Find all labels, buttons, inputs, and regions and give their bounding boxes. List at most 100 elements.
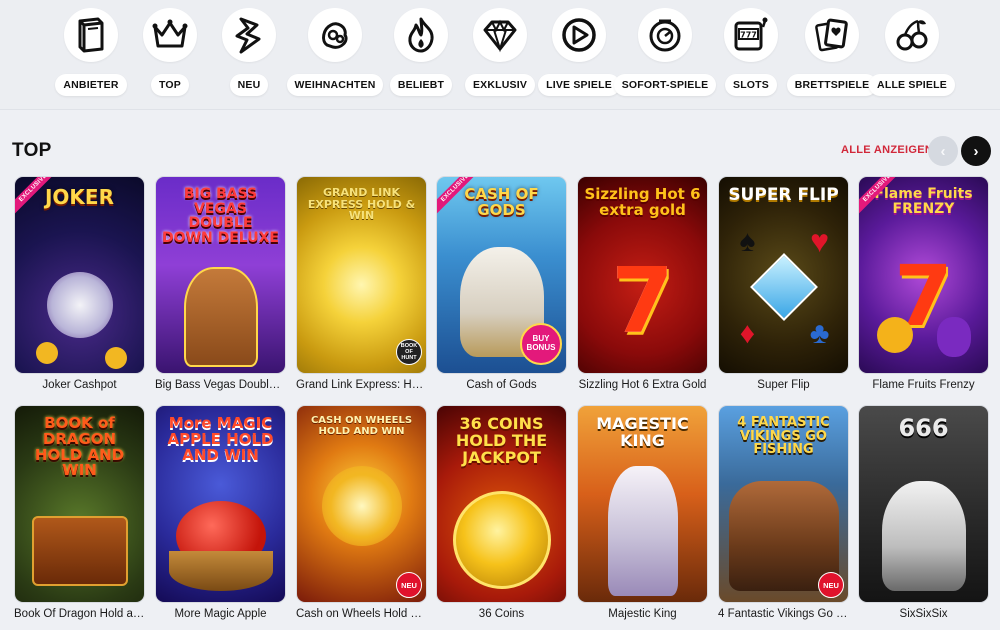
carousel-next-button[interactable]: › — [961, 136, 991, 166]
game-thumbnail: 36 COINS HOLD THE JACKPOT — [436, 405, 567, 603]
game-thumbnail: BOOK of DRAGON HOLD AND WIN — [14, 405, 145, 603]
game-thumbnail: More MAGIC APPLE HOLD AND WIN — [155, 405, 286, 603]
category-brettspiele[interactable]: BRETTSPIELE — [786, 8, 878, 100]
category-top[interactable]: TOP — [125, 8, 215, 100]
new-badge: NEU — [818, 572, 844, 598]
category-live-spiele[interactable]: LIVE SPIELE — [534, 8, 624, 100]
game-tile-joker-cashpot[interactable]: JOKER EXCLUSIVE Joker Cashpot — [14, 176, 145, 391]
game-name: SixSixSix — [899, 608, 948, 620]
big-coin-art — [452, 491, 551, 589]
game-tile-4-fantastic-vikings[interactable]: 4 FANTASTIC VIKINGS GO FISHING NEU 4 Fan… — [718, 405, 849, 620]
game-tile-flame-fruits-frenzy[interactable]: Flame Fruits FRENZY 7 EXCLUSIVE Flame Fr… — [858, 176, 989, 391]
game-art-title: CASH OF GODS — [464, 185, 539, 219]
game-thumbnail: 4 FANTASTIC VIKINGS GO FISHING NEU — [718, 405, 849, 603]
coin-art — [36, 342, 59, 364]
game-tile-book-of-dragon[interactable]: BOOK of DRAGON HOLD AND WIN Book Of Drag… — [14, 405, 145, 620]
category-label: BELIEBT — [389, 74, 453, 96]
game-name: Majestic King — [608, 608, 677, 620]
game-thumbnail: BIG BASS VEGAS DOUBLE DOWN DELUXE — [155, 176, 286, 374]
game-tile-cash-on-wheels[interactable]: CASH ON WHEELS HOLD AND WIN NEU Cash on … — [296, 405, 427, 620]
game-tile-big-bass-vegas[interactable]: BIG BASS VEGAS DOUBLE DOWN DELUXE Big Ba… — [155, 176, 286, 391]
game-name: Cash on Wheels Hold & ... — [296, 608, 427, 620]
view-all-link[interactable]: ALLE ANZEIGEN — [841, 144, 933, 156]
carousel-prev-button[interactable]: ‹ — [928, 136, 958, 166]
category-label: ANBIETER — [55, 74, 127, 96]
game-name: Flame Fruits Frenzy — [872, 379, 975, 391]
game-name: Super Flip — [757, 379, 810, 391]
game-art-title: CASH ON WHEELS HOLD AND WIN — [310, 415, 413, 437]
game-thumbnail: Sizzling Hot 6 extra gold 7 — [577, 176, 708, 374]
game-thumbnail: CASH OF GODS EXCLUSIVE BUY BONUS — [436, 176, 567, 374]
diamond-suit-art: ♦ — [739, 317, 756, 350]
game-tile-more-magic-apple[interactable]: More MAGIC APPLE HOLD AND WIN More Magic… — [155, 405, 286, 620]
provider-badge: BOOK OF HUNT — [396, 339, 422, 365]
game-thumbnail: JOKER EXCLUSIVE — [14, 176, 145, 374]
game-thumbnail: Flame Fruits FRENZY 7 EXCLUSIVE — [858, 176, 989, 374]
crown-icon — [143, 8, 197, 62]
category-weihnachten[interactable]: WEIHNACHTEN — [286, 8, 384, 100]
category-anbieter[interactable]: ANBIETER — [46, 8, 136, 100]
book-icon — [64, 8, 118, 62]
game-tile-super-flip[interactable]: SUPER FLIP ♠ ♥ ♦ ♣ Super Flip — [718, 176, 849, 391]
basket-art — [168, 551, 273, 591]
category-label: ALLE SPIELE — [869, 74, 955, 96]
game-art-title: 36 COINS HOLD THE JACKPOT — [455, 414, 548, 467]
category-nav: ANBIETER TOP NEU WEIHNACHTEN BELIEBT EXK… — [0, 0, 1000, 110]
category-slots[interactable]: 777 SLOTS — [706, 8, 796, 100]
category-exklusiv[interactable]: EXKLUSIV — [455, 8, 545, 100]
game-art-title: More MAGIC APPLE HOLD AND WIN — [167, 414, 274, 464]
game-art-title: SUPER FLIP — [728, 185, 839, 205]
section-title: TOP — [12, 140, 52, 161]
game-art-title: Flame Fruits FRENZY — [874, 186, 973, 217]
lightning-icon — [222, 8, 276, 62]
game-tile-cash-of-gods[interactable]: CASH OF GODS EXCLUSIVE BUY BONUS Cash of… — [436, 176, 567, 391]
category-neu[interactable]: NEU — [204, 8, 294, 100]
game-thumbnail: SUPER FLIP ♠ ♥ ♦ ♣ — [718, 176, 849, 374]
coin-art — [104, 347, 127, 369]
category-label: WEIHNACHTEN — [286, 74, 384, 96]
book-art — [31, 516, 128, 586]
game-name: More Magic Apple — [174, 608, 267, 620]
game-name: 4 Fantastic Vikings Go Fis... — [718, 608, 849, 620]
cherries-icon — [885, 8, 939, 62]
lion-art — [607, 466, 678, 596]
diamond-symbol-art — [749, 253, 818, 321]
category-label: SLOTS — [724, 74, 777, 96]
game-tile-sixsixsix[interactable]: 666 SixSixSix — [858, 405, 989, 620]
category-label: BRETTSPIELE — [786, 74, 878, 96]
category-label: TOP — [151, 74, 189, 96]
game-name: Grand Link Express: Hold ... — [296, 379, 427, 391]
buy-bonus-badge: BUY BONUS — [520, 323, 562, 365]
game-tile-majestic-king[interactable]: MAGESTIC KING Majestic King — [577, 405, 708, 620]
category-beliebt[interactable]: BELIEBT — [376, 8, 466, 100]
cards-icon — [805, 8, 859, 62]
new-badge: NEU — [396, 572, 422, 598]
club-symbol-art: ♣ — [809, 317, 830, 350]
game-tile-sizzling-hot-6[interactable]: Sizzling Hot 6 extra gold 7 Sizzling Hot… — [577, 176, 708, 391]
game-art-title: 4 FANTASTIC VIKINGS GO FISHING — [737, 415, 830, 458]
category-alle-spiele[interactable]: ALLE SPIELE — [867, 8, 957, 100]
category-sofort-spiele[interactable]: SOFORT-SPIELE — [613, 8, 717, 100]
game-tile-grand-link-express[interactable]: GRAND LINK EXPRESS HOLD & WIN BOOK OF HU… — [296, 176, 427, 391]
grapes-art — [937, 317, 972, 357]
game-name: Sizzling Hot 6 Extra Gold — [578, 379, 707, 391]
game-name: Book Of Dragon Hold and ... — [14, 608, 145, 620]
fisherman-art — [183, 267, 258, 367]
flame-icon — [394, 8, 448, 62]
spade-symbol-art: ♠ — [739, 225, 756, 258]
game-tile-36-coins[interactable]: 36 COINS HOLD THE JACKPOT 36 Coins — [436, 405, 567, 620]
slot-machine-icon: 777 — [724, 8, 778, 62]
game-thumbnail: GRAND LINK EXPRESS HOLD & WIN BOOK OF HU… — [296, 176, 427, 374]
heart-symbol-art: ♥ — [810, 223, 830, 259]
category-label: NEU — [229, 74, 269, 96]
game-art-title: BOOK of DRAGON HOLD AND WIN — [34, 414, 125, 480]
svg-text:777: 777 — [740, 31, 757, 40]
seven-symbol-art: 7 — [611, 249, 674, 354]
game-name: Big Bass Vegas Double Do... — [155, 379, 286, 391]
play-icon — [552, 8, 606, 62]
category-label: LIVE SPIELE — [538, 74, 620, 96]
game-name: Cash of Gods — [466, 379, 537, 391]
category-label: EXKLUSIV — [464, 74, 536, 96]
christmas-icon — [308, 8, 362, 62]
game-art-title: JOKER — [44, 185, 114, 209]
